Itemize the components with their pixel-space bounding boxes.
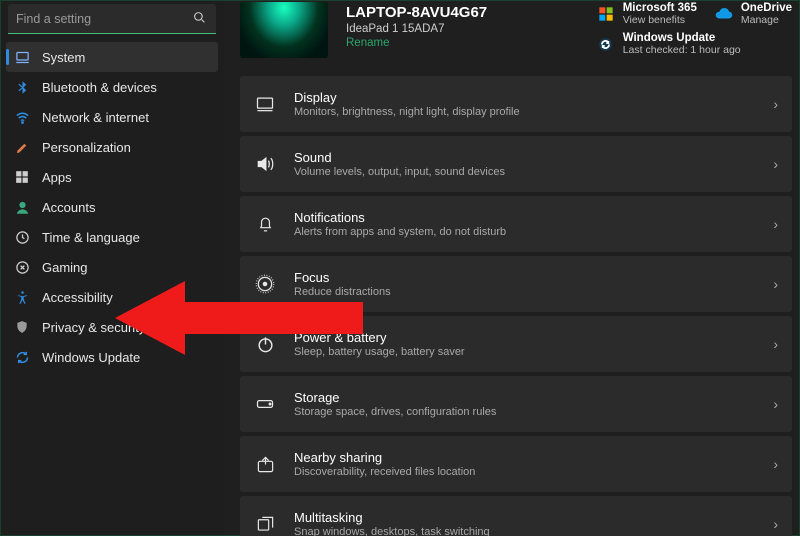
storage-icon [254, 393, 276, 415]
sidebar-item-label: Apps [42, 170, 72, 185]
card-sub: Snap windows, desktops, task switching [294, 526, 755, 536]
sidebar-item-network[interactable]: Network & internet [6, 102, 218, 132]
update-icon [14, 349, 30, 365]
sidebar-item-label: Accessibility [42, 290, 113, 305]
card-title: Storage [294, 390, 755, 405]
accessibility-icon [14, 289, 30, 305]
wifi-icon [14, 109, 30, 125]
shield-icon [14, 319, 30, 335]
info-sub: View benefits [623, 15, 697, 27]
power-icon [254, 333, 276, 355]
sidebar-item-label: Accounts [42, 200, 95, 215]
sidebar-item-label: System [42, 50, 85, 65]
sidebar-item-personalization[interactable]: Personalization [6, 132, 218, 162]
card-title: Sound [294, 150, 755, 165]
microsoft-365-link[interactable]: Microsoft 365 View benefits [597, 2, 697, 26]
card-title: Power & battery [294, 330, 755, 345]
m365-icon [597, 5, 615, 23]
info-title: Microsoft 365 [623, 2, 697, 15]
chevron-right-icon: › [773, 396, 778, 412]
sidebar-item-accessibility[interactable]: Accessibility [6, 282, 218, 312]
settings-item-focus[interactable]: Focus Reduce distractions › [240, 256, 792, 312]
settings-item-nearby[interactable]: Nearby sharing Discoverability, received… [240, 436, 792, 492]
display-icon [254, 93, 276, 115]
card-title: Multitasking [294, 510, 755, 525]
card-title: Display [294, 90, 755, 105]
sidebar-item-privacy[interactable]: Privacy & security [6, 312, 218, 342]
gaming-icon [14, 259, 30, 275]
chevron-right-icon: › [773, 156, 778, 172]
clock-icon [14, 229, 30, 245]
personalize-icon [14, 139, 30, 155]
onedrive-icon [715, 5, 733, 23]
windows-update-link[interactable]: Windows Update Last checked: 1 hour ago [597, 32, 792, 56]
settings-item-sound[interactable]: Sound Volume levels, output, input, soun… [240, 136, 792, 192]
sidebar-item-gaming[interactable]: Gaming [6, 252, 218, 282]
settings-list: Display Monitors, brightness, night ligh… [240, 76, 792, 536]
device-name: LAPTOP-8AVU4G67 [346, 4, 579, 21]
sidebar-item-label: Gaming [42, 260, 88, 275]
chevron-right-icon: › [773, 456, 778, 472]
card-sub: Monitors, brightness, night light, displ… [294, 106, 755, 118]
sidebar-item-time[interactable]: Time & language [6, 222, 218, 252]
apps-icon [14, 169, 30, 185]
settings-item-display[interactable]: Display Monitors, brightness, night ligh… [240, 76, 792, 132]
card-sub: Discoverability, received files location [294, 466, 755, 478]
device-model: IdeaPad 1 15ADA7 [346, 23, 579, 35]
sidebar-item-label: Windows Update [42, 350, 140, 365]
card-sub: Reduce distractions [294, 286, 755, 298]
card-title: Focus [294, 270, 755, 285]
sound-icon [254, 153, 276, 175]
settings-item-power[interactable]: Power & battery Sleep, battery usage, ba… [240, 316, 792, 372]
card-sub: Alerts from apps and system, do not dist… [294, 226, 755, 238]
main-content: LAPTOP-8AVU4G67 IdeaPad 1 15ADA7 Rename … [224, 0, 800, 536]
card-sub: Sleep, battery usage, battery saver [294, 346, 755, 358]
system-icon [14, 49, 30, 65]
device-thumbnail [240, 2, 328, 58]
card-title: Notifications [294, 210, 755, 225]
multitask-icon [254, 513, 276, 535]
onedrive-link[interactable]: OneDrive Manage [715, 2, 792, 26]
update-circle-icon [597, 35, 615, 53]
sidebar-item-label: Time & language [42, 230, 140, 245]
sidebar-item-label: Privacy & security [42, 320, 145, 335]
bell-icon [254, 213, 276, 235]
search-wrapper [8, 4, 216, 34]
card-sub: Volume levels, output, input, sound devi… [294, 166, 755, 178]
chevron-right-icon: › [773, 216, 778, 232]
chevron-right-icon: › [773, 96, 778, 112]
sidebar: System Bluetooth & devices Network & int… [0, 0, 224, 536]
sidebar-item-apps[interactable]: Apps [6, 162, 218, 192]
sidebar-item-label: Personalization [42, 140, 131, 155]
sidebar-item-system[interactable]: System [6, 42, 218, 72]
card-sub: Storage space, drives, configuration rul… [294, 406, 755, 418]
info-sub: Manage [741, 15, 792, 27]
sidebar-item-label: Bluetooth & devices [42, 80, 157, 95]
settings-item-storage[interactable]: Storage Storage space, drives, configura… [240, 376, 792, 432]
chevron-right-icon: › [773, 336, 778, 352]
sidebar-item-accounts[interactable]: Accounts [6, 192, 218, 222]
sidebar-item-update[interactable]: Windows Update [6, 342, 218, 372]
info-title: OneDrive [741, 2, 792, 15]
share-icon [254, 453, 276, 475]
rename-button[interactable]: Rename [346, 37, 579, 49]
settings-item-notifications[interactable]: Notifications Alerts from apps and syste… [240, 196, 792, 252]
settings-item-multitasking[interactable]: Multitasking Snap windows, desktops, tas… [240, 496, 792, 536]
sidebar-item-label: Network & internet [42, 110, 149, 125]
accounts-icon [14, 199, 30, 215]
chevron-right-icon: › [773, 516, 778, 532]
chevron-right-icon: › [773, 276, 778, 292]
header-row: LAPTOP-8AVU4G67 IdeaPad 1 15ADA7 Rename … [240, 2, 792, 58]
sidebar-item-bluetooth[interactable]: Bluetooth & devices [6, 72, 218, 102]
info-sub: Last checked: 1 hour ago [623, 45, 741, 57]
search-input[interactable] [8, 4, 216, 34]
bluetooth-icon [14, 79, 30, 95]
header-info-grid: Microsoft 365 View benefits OneDrive Man… [597, 2, 792, 56]
card-title: Nearby sharing [294, 450, 755, 465]
device-info: LAPTOP-8AVU4G67 IdeaPad 1 15ADA7 Rename [346, 2, 579, 49]
info-title: Windows Update [623, 32, 741, 45]
focus-icon [254, 273, 276, 295]
